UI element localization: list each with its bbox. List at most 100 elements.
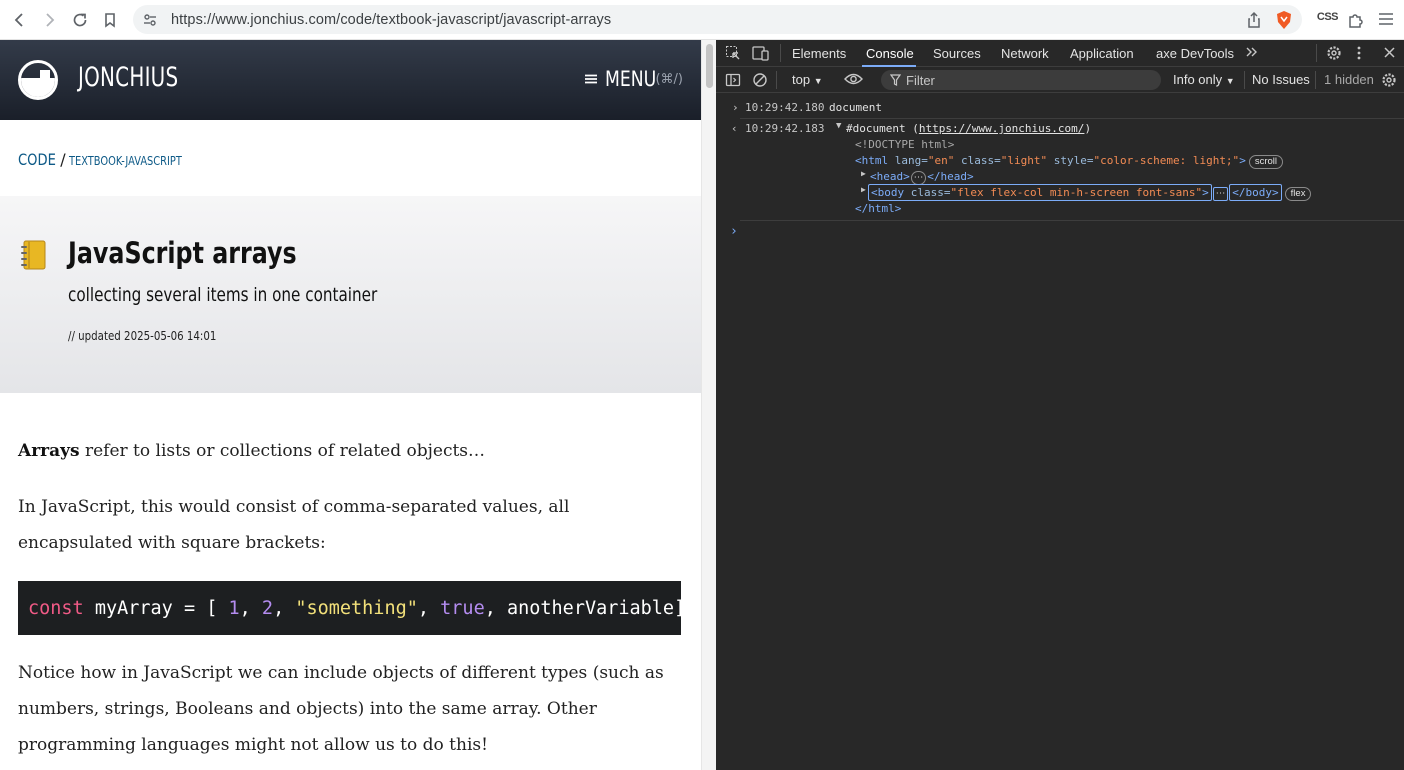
reload-icon[interactable]	[66, 6, 94, 34]
url-text[interactable]: https://www.jonchius.com/code/textbook-j…	[171, 12, 611, 28]
issues-counter[interactable]: No Issues	[1252, 72, 1310, 87]
flex-badge[interactable]: flex	[1284, 187, 1312, 201]
console-prompt-icon[interactable]: ›	[730, 224, 738, 239]
tab-axe-devtools[interactable]: axe DevTools	[1156, 46, 1234, 61]
body-tag-close: >	[1202, 186, 1209, 199]
forward-icon[interactable]	[35, 6, 63, 34]
context-value: top	[792, 72, 811, 87]
attr-value: "flex flex-col min-h-screen font-sans"	[950, 186, 1203, 199]
html-node[interactable]: <html lang="en" class="light" style="col…	[855, 154, 1283, 169]
dropdown-arrow-icon: ▼	[813, 76, 823, 86]
console-settings-gear-icon[interactable]	[1381, 72, 1397, 91]
body-tag: <body	[871, 186, 905, 199]
intro-paragraph: Arrays refer to lists or collections of …	[18, 433, 678, 469]
device-toolbar-icon[interactable]	[752, 45, 769, 64]
settings-gear-icon[interactable]	[1326, 45, 1342, 64]
html-tag: <html	[855, 154, 889, 167]
log-levels-dropdown[interactable]: Info only ▼	[1173, 72, 1235, 87]
filter-placeholder: Filter	[906, 72, 935, 88]
doctype-node[interactable]: <!DOCTYPE html>	[855, 138, 954, 151]
expand-head-triangle-icon[interactable]: ▶	[861, 169, 866, 178]
dropdown-arrow-icon: ▼	[1225, 76, 1235, 86]
toolbar-divider	[1315, 71, 1316, 89]
live-expression-eye-icon[interactable]	[844, 72, 863, 89]
tab-elements[interactable]: Elements	[792, 46, 846, 61]
css-extension-icon[interactable]: CSS	[1317, 11, 1339, 23]
site-title[interactable]: JONCHIUS	[78, 62, 178, 93]
menu-label: MENU	[605, 67, 657, 91]
toolbar-divider	[1244, 71, 1245, 89]
kebab-menu-icon[interactable]	[1356, 45, 1362, 64]
bookmark-icon[interactable]	[96, 6, 124, 34]
code-string: "something"	[295, 597, 418, 619]
close-devtools-icon[interactable]	[1383, 46, 1396, 62]
document-url-link[interactable]: https://www.jonchius.com/	[919, 122, 1085, 135]
html-tag-close: >	[1239, 154, 1246, 167]
inspect-element-icon[interactable]	[725, 45, 741, 64]
updated-date: // updated 2025-05-06 14:01	[68, 328, 217, 343]
console-filter-input[interactable]: Filter	[881, 70, 1161, 90]
body-node[interactable]: <body class="flex flex-col min-h-screen …	[868, 184, 1312, 201]
head-node[interactable]: <head> ⋯ </head>	[870, 170, 974, 185]
head-tag: <head>	[870, 170, 910, 183]
devtools-tab-bar: Elements Console Sources Network Applica…	[716, 40, 1404, 67]
notebook-icon	[21, 240, 46, 270]
clear-console-icon[interactable]	[752, 72, 768, 91]
tab-console[interactable]: Console	[866, 46, 914, 61]
scroll-badge[interactable]: scroll	[1248, 155, 1283, 169]
context-selector[interactable]: top ▼	[792, 72, 823, 87]
types-paragraph: Notice how in JavaScript we can include …	[18, 663, 664, 755]
document-paren: )	[1084, 122, 1092, 135]
address-bar[interactable]: https://www.jonchius.com/code/textbook-j…	[133, 5, 1302, 34]
hidden-count: 1 hidden	[1324, 72, 1374, 87]
console-row-divider	[740, 118, 1404, 119]
console-input-text: document	[829, 101, 882, 114]
attr-value: "en"	[927, 154, 955, 167]
document-node[interactable]: #document (https://www.jonchius.com/)	[846, 122, 1091, 135]
breadcrumb: CODE / TEXTBOOK-JAVASCRIPT	[18, 150, 206, 169]
attr-name: lang=	[894, 154, 928, 167]
web-page: JONCHIUS MENU (⌘/) CODE / TEXTBOOK-JAVAS…	[0, 40, 701, 770]
menu-button[interactable]: MENU (⌘/)	[585, 67, 683, 91]
attr-name: class=	[961, 154, 1001, 167]
tab-sources[interactable]: Sources	[933, 46, 981, 61]
collapsed-ellipsis[interactable]: ⋯	[1212, 187, 1229, 201]
article-hero: JavaScript arrays collecting several ite…	[0, 196, 701, 393]
expand-body-triangle-icon[interactable]: ▶	[861, 185, 866, 194]
browser-toolbar: https://www.jonchius.com/code/textbook-j…	[0, 0, 1404, 40]
syntax-paragraph: In JavaScript, this would consist of com…	[18, 497, 570, 553]
site-settings-icon[interactable]	[142, 12, 158, 33]
back-icon[interactable]	[6, 6, 34, 34]
code-keyword: const	[28, 597, 84, 619]
brave-shield-icon[interactable]	[1275, 10, 1293, 35]
site-logo-icon[interactable]	[18, 60, 58, 100]
html-close-node[interactable]: </html>	[855, 202, 901, 215]
head-close-tag: </head>	[927, 170, 974, 183]
breadcrumb-code-link[interactable]: CODE	[18, 150, 56, 169]
sidebar-toggle-icon[interactable]	[725, 72, 741, 91]
code-number: 2	[261, 597, 274, 619]
input-chevron-icon: ›	[732, 101, 739, 114]
breadcrumb-textbook-link[interactable]: TEXTBOOK-JAVASCRIPT	[69, 154, 182, 168]
body-open-selection: <body class="flex flex-col min-h-screen …	[868, 184, 1212, 201]
more-tabs-icon[interactable]	[1245, 45, 1259, 62]
page-title: JavaScript arrays	[68, 236, 297, 270]
attr-name: class=	[910, 186, 951, 199]
code-text: ,	[273, 597, 296, 619]
page-subtitle: collecting several items in one containe…	[68, 284, 378, 306]
tab-application[interactable]: Application	[1070, 46, 1134, 61]
collapsed-ellipsis[interactable]: ⋯	[910, 171, 927, 185]
filter-funnel-icon	[889, 74, 902, 89]
browser-menu-icon[interactable]	[1377, 11, 1395, 32]
scrollbar-thumb[interactable]	[706, 44, 713, 88]
extensions-icon[interactable]	[1346, 10, 1366, 35]
log-levels-value: Info only	[1173, 72, 1223, 87]
document-label: #document (	[846, 122, 919, 135]
share-icon[interactable]	[1246, 11, 1262, 34]
intro-text: refer to lists or collections of related…	[79, 441, 486, 461]
page-scrollbar[interactable]	[701, 40, 716, 770]
tab-network[interactable]: Network	[1001, 46, 1049, 61]
menu-shortcut: (⌘/)	[655, 71, 683, 87]
expand-triangle-icon[interactable]: ▼	[836, 121, 841, 131]
console-timestamp: 10:29:42.180	[745, 101, 825, 114]
